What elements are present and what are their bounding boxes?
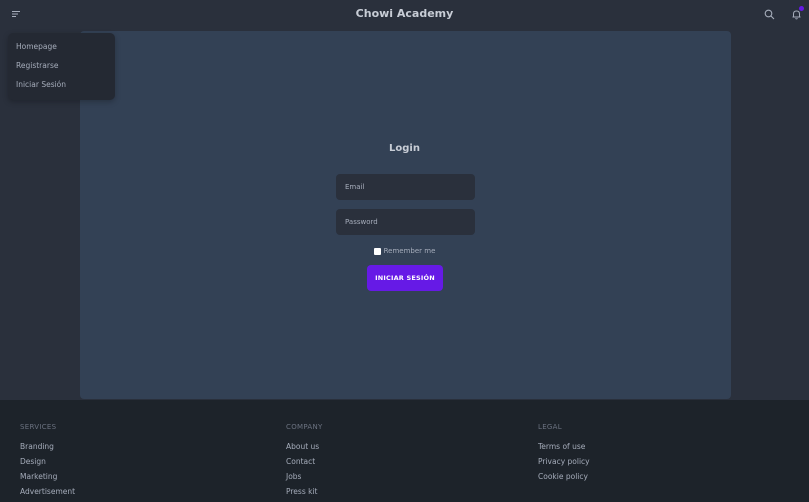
notifications-button[interactable] <box>785 4 807 24</box>
search-icon <box>764 9 774 19</box>
footer-heading-legal: LEGAL <box>538 423 562 431</box>
footer-link-cookie-policy[interactable]: Cookie policy <box>538 472 588 481</box>
footer-link-press-kit[interactable]: Press kit <box>286 487 318 496</box>
footer-link-jobs[interactable]: Jobs <box>286 472 301 481</box>
remember-me-row: Remember me <box>0 246 809 256</box>
email-input[interactable]: Email <box>336 174 475 200</box>
login-title: Login <box>389 143 420 154</box>
menu-item-registrarse[interactable]: Registrarse <box>16 61 58 71</box>
footer-link-terms-of-use[interactable]: Terms of use <box>538 442 585 451</box>
footer-link-branding[interactable]: Branding <box>20 442 54 451</box>
remember-me-checkbox[interactable] <box>373 247 381 255</box>
footer-heading-services: SERVICES <box>20 423 57 431</box>
app-title[interactable]: Chowi Academy <box>0 0 809 28</box>
navbar: Chowi Academy <box>0 0 809 28</box>
menu-item-homepage[interactable]: Homepage <box>16 42 57 52</box>
footer-link-advertisement[interactable]: Advertisement <box>20 487 75 496</box>
login-submit-button[interactable]: INICIAR SESIÓN <box>367 265 443 291</box>
nav-dropdown-menu: Homepage Registrarse Iniciar Sesión <box>8 33 115 100</box>
footer-link-contact[interactable]: Contact <box>286 457 315 466</box>
password-input[interactable]: Password <box>336 209 475 235</box>
menu-item-iniciar-sesion[interactable]: Iniciar Sesión <box>16 80 66 90</box>
search-button[interactable] <box>758 4 780 24</box>
footer-link-marketing[interactable]: Marketing <box>20 472 57 481</box>
footer-link-privacy-policy[interactable]: Privacy policy <box>538 457 590 466</box>
remember-me-label[interactable]: Remember me <box>384 247 436 255</box>
footer-link-about-us[interactable]: About us <box>286 442 319 451</box>
footer-heading-company: COMPANY <box>286 423 323 431</box>
footer: SERVICES Branding Design Marketing Adver… <box>0 400 809 502</box>
notification-badge <box>799 6 804 11</box>
footer-link-design[interactable]: Design <box>20 457 46 466</box>
